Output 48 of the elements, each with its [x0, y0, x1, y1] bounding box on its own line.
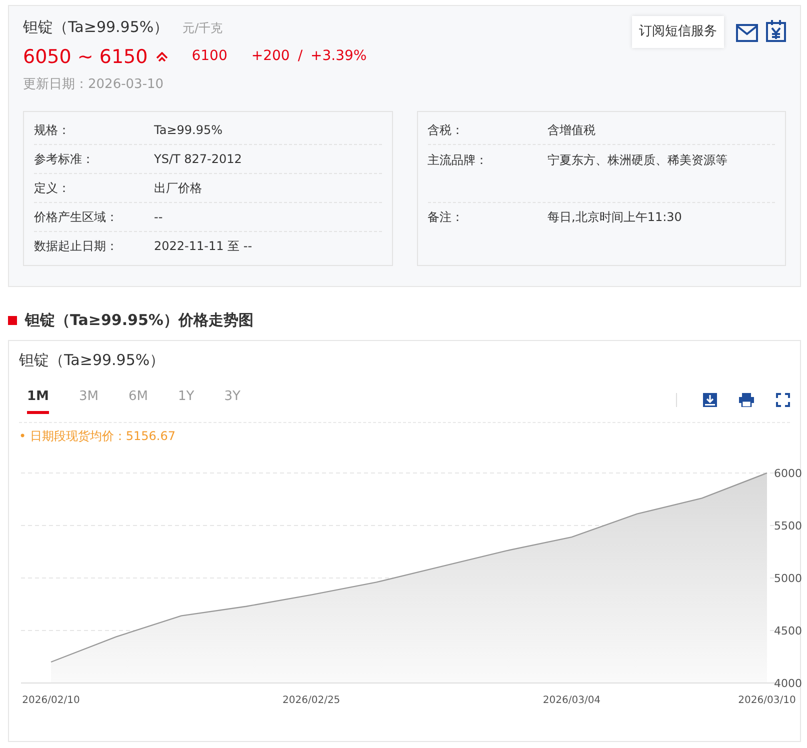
period-tab[interactable]: 6M — [128, 387, 148, 414]
field-value: 出厂价格 — [154, 180, 202, 196]
x-axis-label: 2026/03/04 — [542, 694, 601, 706]
x-axis-label: 2026/02/25 — [282, 694, 340, 706]
y-axis-label: 4500 — [774, 624, 802, 637]
field-value: 每日,北京时间上午11:30 — [548, 209, 682, 226]
average-price-note: • 日期段现货均价：5156.67 — [19, 428, 177, 444]
product-title: 钽锭（Ta≥99.95%） — [23, 17, 169, 38]
field-value: YS/T 827-2012 — [154, 150, 242, 168]
update-date: 更新日期：2026-03-10 — [23, 76, 165, 94]
field-value: Ta≥99.95% — [154, 122, 223, 138]
field-label: 主流品牌： — [428, 152, 488, 168]
section-marker — [8, 316, 17, 325]
average-price: 6100 — [192, 47, 228, 66]
fullscreen-icon[interactable] — [776, 393, 790, 408]
mail-icon[interactable] — [736, 24, 758, 42]
field-label: 价格产生区域： — [34, 208, 119, 226]
y-axis-label: 5500 — [774, 519, 802, 532]
x-axis-label: 2026/02/10 — [22, 694, 80, 706]
price-range: 6050 ~ 6150 — [23, 44, 148, 70]
field-label: 含税： — [428, 122, 464, 138]
calendar-yen-icon[interactable] — [766, 20, 786, 42]
field-label: 参考标准： — [34, 150, 95, 168]
download-icon[interactable] — [703, 393, 717, 408]
print-icon[interactable] — [739, 393, 754, 408]
chart-title: 钽锭（Ta≥99.95%） — [19, 350, 166, 370]
y-axis-label: 4000 — [774, 676, 802, 690]
section-title: 钽锭（Ta≥99.95%）价格走势图 — [25, 310, 254, 331]
separator: / — [298, 47, 303, 66]
y-axis-label: 6000 — [774, 466, 802, 480]
price-change: +200 — [251, 47, 290, 66]
y-axis-label: 5000 — [774, 572, 802, 584]
period-tab[interactable]: 1Y — [178, 387, 194, 414]
period-tab[interactable]: 1M — [27, 387, 49, 414]
field-label: 数据起止日期： — [34, 238, 119, 255]
x-axis-label: 2026/03/10 — [738, 694, 796, 706]
field-value: 宁夏东方、株洲硬质、稀美资源等 — [548, 152, 728, 168]
field-value: -- — [154, 208, 163, 226]
change-percent: +3.39% — [310, 47, 367, 66]
field-label: 规格： — [34, 122, 71, 138]
unit-label: 元/千克 — [182, 20, 223, 37]
subscribe-sms-button[interactable]: 订阅短信服务 — [632, 16, 724, 48]
field-value: 含增值税 — [548, 122, 596, 138]
period-tab[interactable]: 3Y — [224, 387, 240, 414]
field-label: 定义： — [34, 180, 71, 196]
field-label: 备注： — [428, 209, 464, 226]
field-value: 2022-11-11 至 -- — [154, 238, 252, 255]
period-tab[interactable]: 3M — [78, 387, 98, 414]
